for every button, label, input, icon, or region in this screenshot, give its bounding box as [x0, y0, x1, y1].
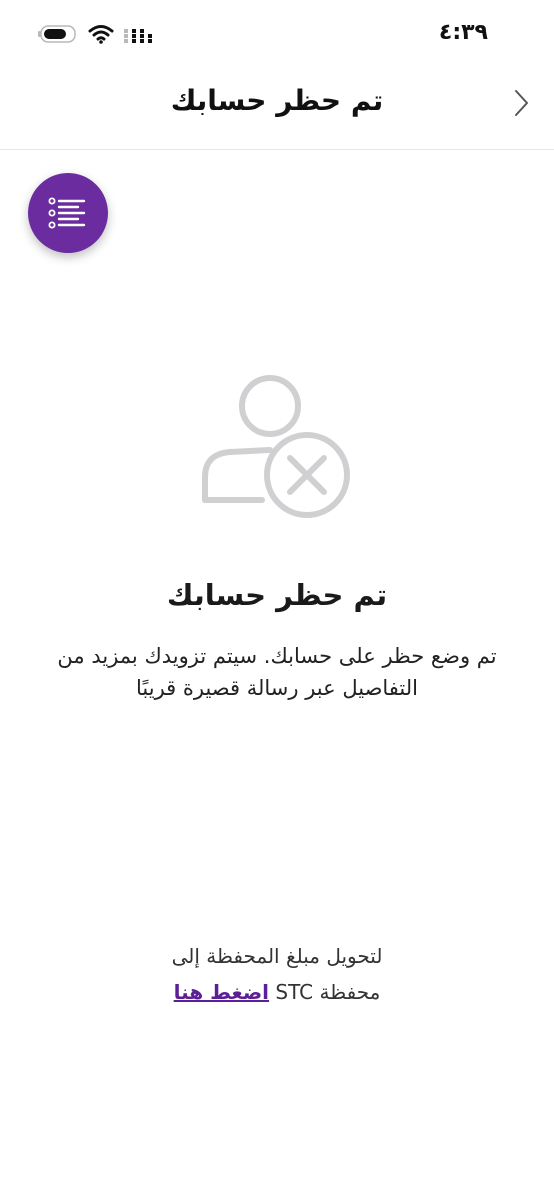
list-icon — [48, 197, 86, 229]
battery-icon — [38, 25, 76, 43]
status-icons — [38, 24, 154, 44]
page-title: تم حظر حسابك — [170, 84, 384, 117]
transfer-line-2-text: محفظة STC — [275, 980, 381, 1004]
chevron-right-icon — [515, 90, 528, 116]
status-time: ٤:٣٩ — [438, 20, 488, 45]
click-here-link[interactable]: اضغط هنا — [174, 980, 269, 1004]
blocked-message: تم وضع حظر على حسابك. سيتم تزويدك بمزيد … — [57, 644, 497, 700]
status-bar: ٤:٣٩ — [0, 0, 554, 66]
blocked-title: تم حظر حسابك — [166, 578, 388, 612]
menu-fab-button[interactable] — [28, 173, 108, 253]
signal-icon — [124, 29, 152, 43]
header-bar: تم حظر حسابك — [0, 66, 554, 150]
transfer-line-2: محفظة STC اضغط هنا — [60, 974, 494, 1010]
wallet-transfer-section: لتحويل مبلغ المحفظة إلى محفظة STC اضغط ه… — [60, 938, 494, 1010]
wifi-icon — [88, 25, 114, 44]
user-blocked-icon — [200, 372, 356, 524]
back-button[interactable] — [506, 88, 536, 118]
transfer-line-1: لتحويل مبلغ المحفظة إلى — [171, 944, 383, 968]
